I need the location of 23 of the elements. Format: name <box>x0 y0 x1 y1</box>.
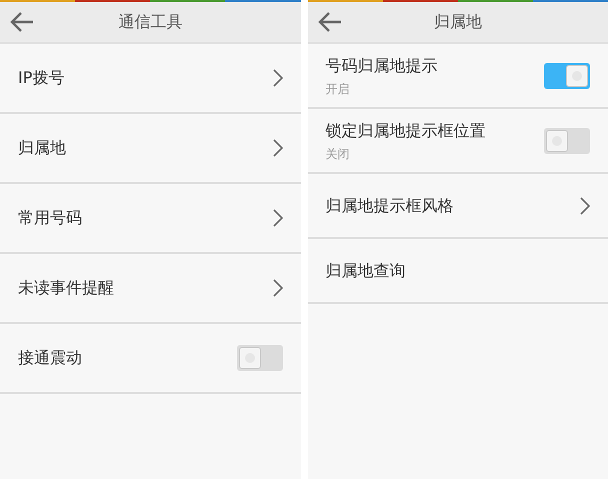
toggle-switch[interactable] <box>236 345 282 371</box>
chevron-icon <box>272 139 282 157</box>
back-arrow-icon[interactable] <box>318 12 342 32</box>
toggle-switch[interactable] <box>544 128 590 154</box>
row-label: 号码归属地提示 <box>326 54 438 76</box>
row-label: 归属地 <box>18 137 66 159</box>
chevron-icon <box>272 69 282 87</box>
row-label: 归属地查询 <box>326 260 406 282</box>
screen-title: 通信工具 <box>118 11 182 33</box>
screen-title: 归属地 <box>434 11 482 33</box>
row-label: 未读事件提醒 <box>18 277 114 299</box>
chevron-icon <box>272 279 282 297</box>
row-status: 关闭 <box>326 146 350 162</box>
chevron-icon <box>272 209 282 227</box>
back-arrow-icon[interactable] <box>10 12 34 32</box>
row-label: 锁定归属地提示框位置 <box>326 120 486 142</box>
row-label: 归属地提示框风格 <box>326 194 454 216</box>
row-label: 接通震动 <box>18 347 82 369</box>
row-label: 常用号码 <box>18 207 82 229</box>
row-label: IP拨号 <box>18 67 64 89</box>
chevron-icon <box>580 196 590 214</box>
row-status: 开启 <box>326 80 350 98</box>
toggle-switch[interactable] <box>544 62 590 88</box>
